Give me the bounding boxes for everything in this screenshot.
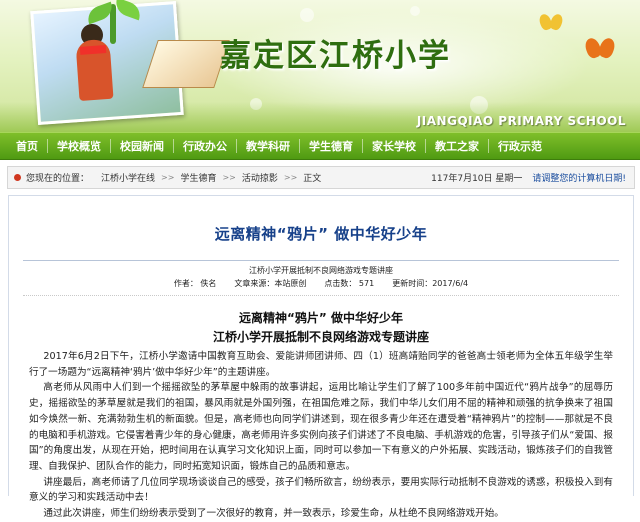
breadcrumb-label: 您现在的位置： [26, 174, 90, 184]
breadcrumb: 您现在的位置： 江桥小学在线 >> 学生德育 >> 活动掠影 >> 正文 117… [7, 166, 635, 189]
article-paragraph: 高老师从风雨中人们到一个摇摇欲坠的茅草屋中躲雨的故事讲起，运用比喻让学生们了解了… [29, 382, 613, 472]
article-source: 文章来源：本站原创 [234, 279, 307, 288]
chevron-right-icon: >> [222, 173, 236, 182]
breadcrumb-item: 正文 [303, 174, 322, 184]
article-body-heading: 远离精神“鸦片” 做中华好少年 [239, 311, 403, 325]
article-paragraph: 2017年6月2日下午，江桥小学邀请中国教育互助会、爱能讲师团讲师、四（1）班高… [29, 351, 613, 378]
article-paragraph: 通过此次讲座，师生们纷纷表示受到了一次很好的教育，并一致表示，珍爱生命，从杜绝不… [43, 508, 504, 520]
nav-item-home[interactable]: 首页 [0, 138, 47, 154]
school-name-en: JIANGQIAO PRIMARY SCHOOL [416, 114, 626, 128]
breadcrumb-item[interactable]: 学生德育 [180, 171, 216, 184]
nav-item-campus-news[interactable]: 校园新闻 [111, 138, 173, 154]
article-panel: 远离精神“鸦片” 做中华好少年 江桥小学开展抵制不良网络游戏专题讲座 作者： 佚… [8, 195, 634, 519]
nav-item-parent-school[interactable]: 家长学校 [363, 138, 425, 154]
main-nav: 首页 学校概览 校园新闻 行政办公 教学科研 学生德育 家长学校 教工之家 行政… [0, 132, 640, 160]
banner-bubble [300, 8, 314, 22]
chevron-right-icon: >> [161, 173, 175, 182]
banner-bubble [410, 6, 420, 16]
breadcrumb-item[interactable]: 江桥小学在线 [101, 171, 155, 184]
breadcrumb-right: 117年7月10日 星期一 请调整您的计算机日期! [431, 171, 626, 184]
butterfly-icon [540, 14, 562, 30]
nav-item-student-moral[interactable]: 学生德育 [300, 138, 362, 154]
current-date: 117年7月10日 星期一 [431, 174, 523, 184]
header-banner: 嘉定区江桥小学 JIANGQIAO PRIMARY SCHOOL [0, 0, 640, 132]
article-updated: 更新时间：2017/6/4 [392, 279, 469, 288]
divider [23, 295, 619, 296]
breadcrumb-item[interactable]: 活动掠影 [242, 171, 278, 184]
nav-item-school-overview[interactable]: 学校概览 [48, 138, 110, 154]
article-meta: 作者： 佚名 文章来源：本站原创 点击数： 571 更新时间：2017/6/4 [9, 278, 633, 289]
nav-item-admin-office[interactable]: 行政办公 [174, 138, 236, 154]
nav-item-teaching-research[interactable]: 教学科研 [237, 138, 299, 154]
butterfly-icon [586, 38, 614, 58]
open-book-icon [142, 40, 230, 88]
nav-item-admin-demo[interactable]: 行政示范 [489, 138, 551, 154]
article-title: 远离精神“鸦片” 做中华好少年 [214, 225, 428, 243]
date-adjust-link[interactable]: 请调整您的计算机日期! [532, 171, 626, 184]
article-author: 作者： 佚名 [173, 279, 217, 288]
article-subject: 江桥小学开展抵制不良网络游戏专题讲座 [249, 266, 393, 275]
school-name: 嘉定区江桥小学 [220, 38, 451, 74]
article-paragraph: 讲座最后，高老师请了几位同学现场谈谈自己的感受，孩子们畅所欲言，纷纷表示，要用实… [29, 476, 613, 504]
nav-item-staff-home[interactable]: 教工之家 [426, 138, 488, 154]
article-body-subheading: 江桥小学开展抵制不良网络游戏专题讲座 [212, 330, 429, 344]
chevron-right-icon: >> [283, 173, 298, 182]
article-clicks: 点击数： 571 [324, 279, 375, 288]
divider [23, 260, 619, 261]
location-dot-icon [14, 174, 21, 181]
